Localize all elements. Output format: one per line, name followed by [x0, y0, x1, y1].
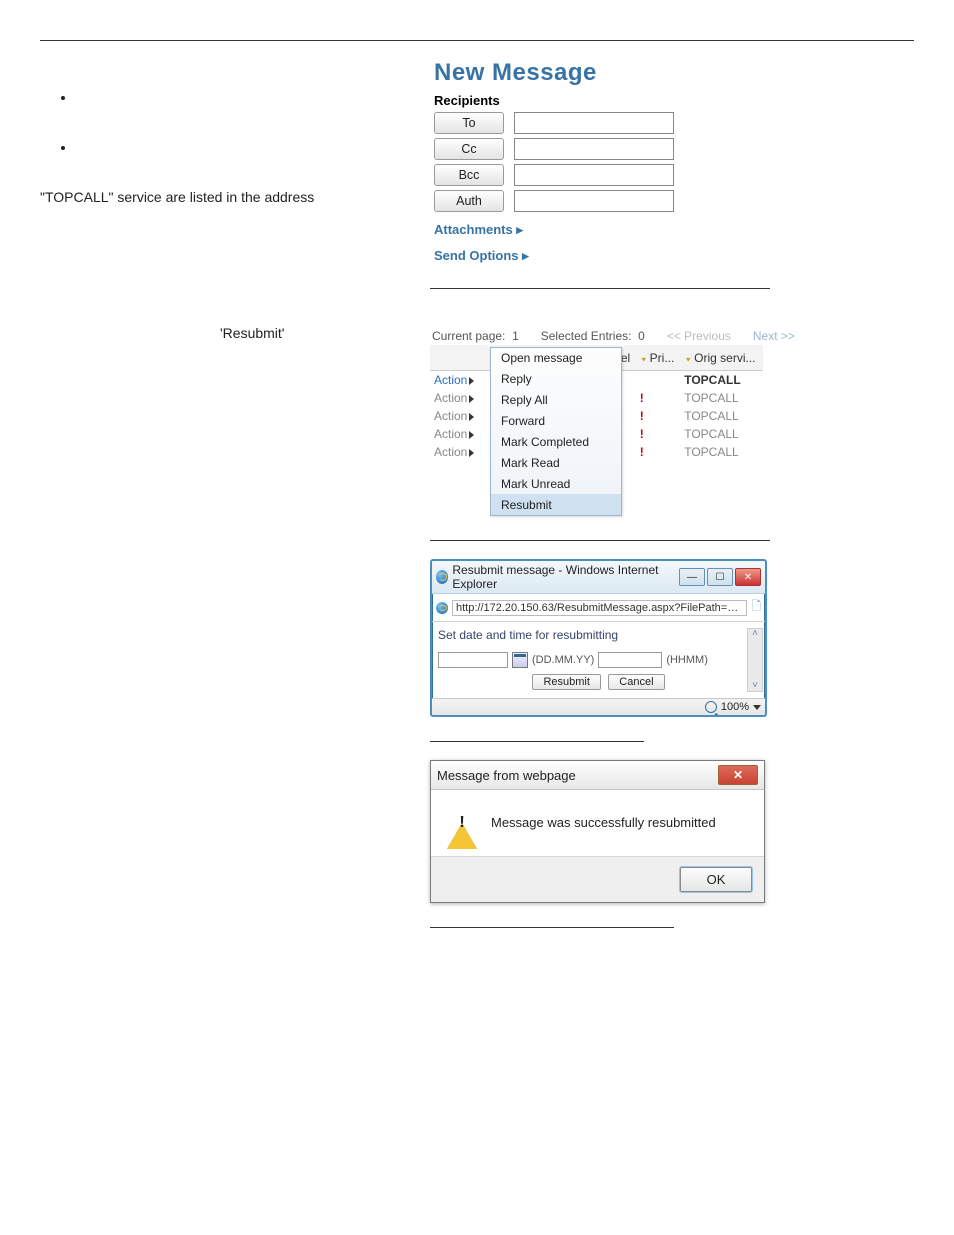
address-bar[interactable]: http://172.20.150.63/ResubmitMessage.asp…: [452, 600, 747, 616]
action-link[interactable]: Action: [430, 425, 486, 443]
priority-icon: !: [640, 445, 644, 459]
cell-orig: TOPCALL: [680, 443, 763, 461]
maximize-button[interactable]: ☐: [707, 568, 733, 586]
menu-item[interactable]: Mark Read: [491, 452, 621, 473]
priority-icon: !: [640, 427, 644, 441]
action-link[interactable]: Action: [430, 443, 486, 461]
cell-orig: TOPCALL: [680, 425, 763, 443]
cancel-button[interactable]: Cancel: [608, 674, 664, 690]
action-context-menu: Open messageReplyReply AllForwardMark Co…: [490, 347, 622, 516]
dialog-message: Message was successfully resubmitted: [491, 815, 716, 830]
attachments-expander[interactable]: Attachments: [434, 222, 910, 238]
address-note: "TOPCALL" service are listed in the addr…: [40, 189, 410, 205]
resubmit-heading: Set date and time for resubmitting: [438, 628, 759, 642]
warning-icon: [447, 808, 477, 836]
priority-icon: !: [640, 391, 644, 405]
chevron-right-icon: [469, 413, 474, 421]
minimize-button[interactable]: —: [679, 568, 705, 586]
chevron-right-icon: [469, 377, 474, 385]
to-button[interactable]: To: [434, 112, 504, 134]
priority-icon: !: [640, 409, 644, 423]
date-input[interactable]: [438, 652, 508, 668]
menu-item[interactable]: Mark Completed: [491, 431, 621, 452]
separator: [430, 927, 674, 928]
scroll-up-icon[interactable]: ˄: [752, 629, 758, 639]
scrollbar[interactable]: ˄ ˅: [747, 628, 763, 692]
cell-pri: !: [636, 389, 680, 407]
ok-button[interactable]: OK: [680, 867, 752, 892]
menu-item[interactable]: Open message: [491, 348, 621, 368]
cell-orig: TOPCALL: [680, 407, 763, 425]
col-orig[interactable]: Orig servi...: [680, 345, 763, 371]
new-message-panel: New Message Recipients To Cc Bcc Auth: [430, 59, 914, 264]
recipients-heading: Recipients: [434, 93, 910, 108]
resubmit-button[interactable]: Resubmit: [532, 674, 600, 690]
zoom-level: 100%: [721, 701, 749, 713]
left-column: "TOPCALL" service are listed in the addr…: [40, 59, 410, 341]
time-hint: (HHMM): [666, 654, 708, 666]
selected-label: Selected Entries:: [541, 329, 632, 343]
current-page-label: Current page:: [432, 329, 505, 343]
cell-pri: !: [636, 443, 680, 461]
separator: [430, 288, 770, 289]
bullet: [76, 89, 410, 99]
chevron-right-icon: [469, 395, 474, 403]
compat-icon[interactable]: 🗋: [751, 597, 761, 618]
menu-item[interactable]: Mark Unread: [491, 473, 621, 494]
next-page[interactable]: Next >>: [753, 329, 795, 343]
resubmit-note: 'Resubmit': [220, 325, 410, 341]
confirmation-dialog: Message from webpage ✕ Message was succe…: [430, 760, 765, 903]
cell-orig: TOPCALL: [680, 371, 763, 390]
panel-title: New Message: [434, 59, 910, 87]
close-button[interactable]: ✕: [718, 765, 758, 785]
sendoptions-expander[interactable]: Send Options: [434, 248, 910, 264]
menu-item[interactable]: Resubmit: [491, 494, 621, 515]
window-title: Resubmit message - Windows Internet Expl…: [452, 563, 677, 591]
date-hint: (DD.MM.YY): [532, 654, 594, 666]
prev-page[interactable]: << Previous: [667, 329, 731, 343]
current-page: 1: [512, 329, 519, 343]
calendar-icon[interactable]: [512, 652, 528, 668]
auth-input[interactable]: [514, 190, 674, 212]
bcc-button[interactable]: Bcc: [434, 164, 504, 186]
auth-button[interactable]: Auth: [434, 190, 504, 212]
entries-grid: Current page: 1 Selected Entries: 0 << P…: [430, 329, 914, 516]
cc-button[interactable]: Cc: [434, 138, 504, 160]
scroll-down-icon[interactable]: ˅: [752, 681, 758, 691]
ie-icon: [436, 602, 448, 614]
menu-item[interactable]: Reply: [491, 368, 621, 389]
cc-input[interactable]: [514, 138, 674, 160]
col-pri[interactable]: Pri...: [636, 345, 680, 371]
chevron-right-icon: [469, 431, 474, 439]
separator: [430, 540, 770, 541]
window-titlebar[interactable]: Resubmit message - Windows Internet Expl…: [432, 561, 765, 594]
action-link[interactable]: Action: [430, 371, 486, 390]
cell-pri: [636, 371, 680, 390]
separator: [430, 741, 644, 742]
menu-item[interactable]: Forward: [491, 410, 621, 431]
to-input[interactable]: [514, 112, 674, 134]
ie-icon: [436, 570, 448, 584]
action-link[interactable]: Action: [430, 389, 486, 407]
close-button[interactable]: ✕: [735, 568, 761, 586]
resubmit-window: Resubmit message - Windows Internet Expl…: [430, 559, 767, 717]
cell-pri: !: [636, 407, 680, 425]
action-link[interactable]: Action: [430, 407, 486, 425]
bullet: [76, 139, 410, 149]
bcc-input[interactable]: [514, 164, 674, 186]
chevron-right-icon: [469, 449, 474, 457]
dialog-title: Message from webpage: [437, 768, 576, 783]
zoom-icon[interactable]: [705, 701, 717, 713]
cell-pri: !: [636, 425, 680, 443]
cell-orig: TOPCALL: [680, 389, 763, 407]
time-input[interactable]: [598, 652, 662, 668]
zoom-dropdown-icon[interactable]: [753, 705, 761, 710]
menu-item[interactable]: Reply All: [491, 389, 621, 410]
selected-count: 0: [638, 329, 645, 343]
